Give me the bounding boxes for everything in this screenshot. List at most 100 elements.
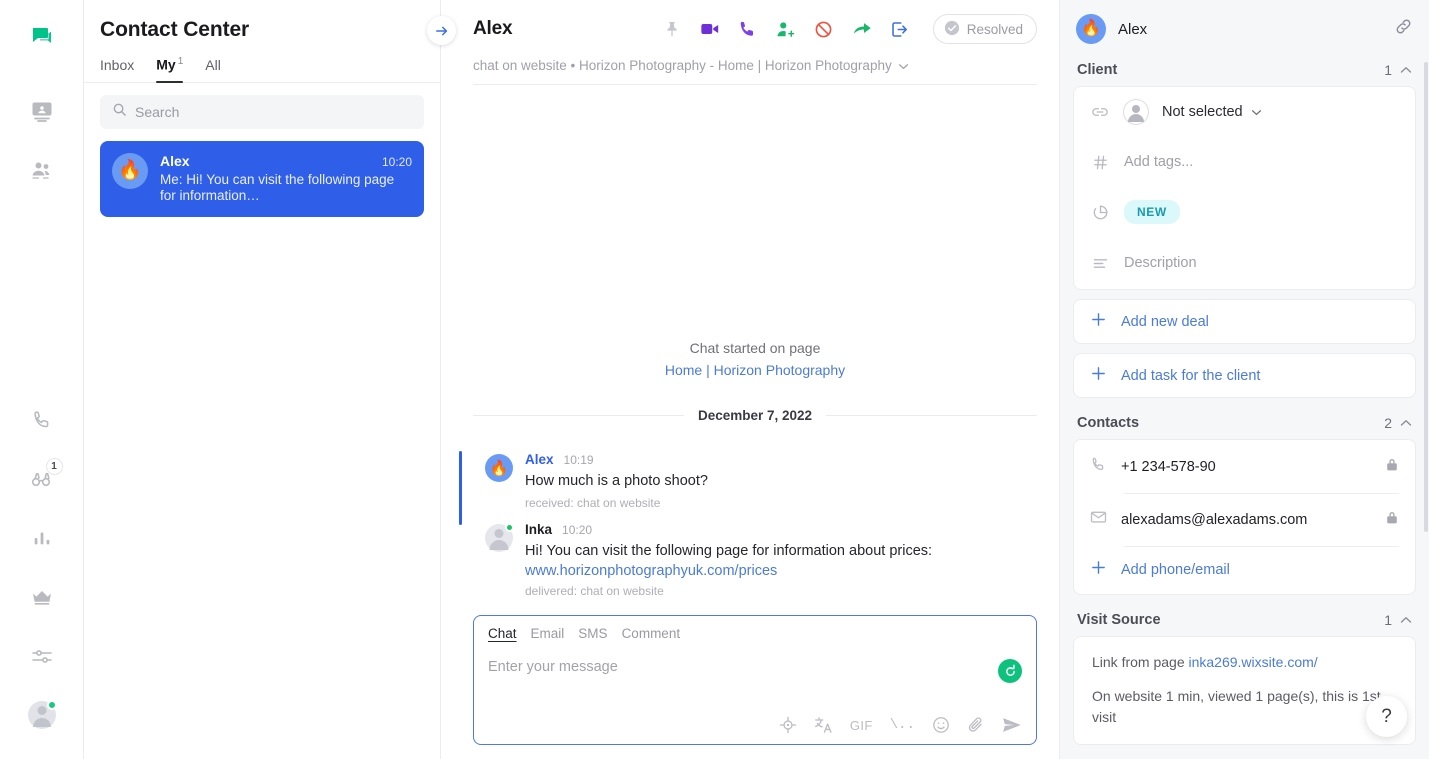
contact-email-row[interactable]: alexadams@alexadams.com [1074, 493, 1415, 546]
tags-input[interactable]: Add tags... [1124, 154, 1193, 170]
client-stage-row[interactable]: NEW [1074, 187, 1415, 237]
tab-email[interactable]: Email [531, 626, 565, 643]
avatar: 🔥 [485, 454, 513, 482]
section-title: Contacts [1077, 415, 1140, 431]
conversation-list-panel: Contact Center Inbox My 1 All Search 🔥 A… [84, 0, 441, 759]
client-description-row[interactable]: Description [1074, 237, 1415, 289]
list-item-name: Alex [160, 152, 190, 169]
tab-inbox[interactable]: Inbox [100, 57, 134, 82]
collapse-sidebar-button[interactable] [427, 16, 456, 45]
translate-icon[interactable] [814, 714, 833, 736]
description-input[interactable]: Description [1124, 255, 1197, 271]
search-input[interactable] [135, 103, 412, 120]
message-meta-row: Alex 10:19 [525, 452, 1037, 467]
message-scroll-area[interactable]: Chat started on page Home | Horizon Phot… [441, 85, 1059, 607]
message-text: Hi! You can visit the following page for… [525, 543, 933, 559]
rail-item-analytics[interactable] [20, 516, 64, 560]
message-link[interactable]: www.horizonphotographyuk.com/prices [525, 563, 1037, 579]
tab-comment[interactable]: Comment [622, 626, 681, 643]
chevron-up-icon[interactable] [1400, 414, 1412, 432]
tab-chat[interactable]: Chat [488, 626, 517, 643]
lock-icon[interactable] [1385, 457, 1399, 477]
chat-breadcrumb[interactable]: chat on website • Horizon Photography - … [473, 58, 1037, 85]
rail-item-premium[interactable] [20, 575, 64, 619]
message-composer[interactable]: Chat Email SMS Comment Enter your messag… [473, 615, 1037, 745]
transfer-icon[interactable] [889, 18, 911, 40]
message-meta-row: Inka 10:20 [525, 522, 1037, 537]
add-phone-email-button[interactable]: Add phone/email [1074, 546, 1415, 594]
rail-item-phone[interactable] [20, 398, 64, 442]
ai-assist-button[interactable] [998, 659, 1022, 683]
visit-source-link[interactable]: inka269.wixsite.com/ [1189, 654, 1318, 670]
rail-item-contact-card[interactable] [20, 89, 64, 133]
emoji-icon[interactable] [932, 714, 950, 736]
message-input[interactable]: Enter your message [488, 659, 998, 675]
ban-icon[interactable] [813, 18, 835, 40]
tab-my[interactable]: My 1 [156, 56, 184, 83]
avatar [485, 523, 514, 552]
search-box[interactable] [100, 94, 424, 129]
status-badge[interactable]: NEW [1124, 200, 1180, 224]
fire-emoji-icon: 🔥 [489, 460, 509, 477]
page-title: Contact Center [100, 18, 250, 41]
rail-item-settings[interactable] [20, 634, 64, 678]
add-new-deal-label: Add new deal [1121, 313, 1209, 330]
client-selector[interactable]: Not selected [1162, 104, 1262, 120]
composer-channel-tabs: Chat Email SMS Comment [488, 626, 1022, 643]
contact-phone-row[interactable]: +1 234-578-90 [1074, 440, 1415, 493]
tab-all[interactable]: All [205, 57, 221, 82]
online-status-dot [505, 523, 514, 532]
visit-source-card: Link from page inka269.wixsite.com/ On w… [1074, 637, 1415, 744]
pin-icon[interactable] [661, 18, 683, 40]
target-icon[interactable] [779, 714, 797, 736]
list-item[interactable]: 🔥 Alex 10:20 Me: Hi! You can visit the f… [100, 140, 424, 217]
rail-item-profile[interactable] [20, 693, 64, 737]
section-header-contacts[interactable]: Contacts 2 [1060, 411, 1429, 440]
date-separator-line-right [826, 415, 1038, 416]
chevron-up-icon[interactable] [1400, 611, 1412, 629]
contact-phone-value: +1 234-578-90 [1121, 458, 1216, 475]
tab-sms[interactable]: SMS [578, 626, 607, 643]
right-panel-scrollbar[interactable] [1424, 62, 1428, 662]
section-header-client[interactable]: Client 1 [1060, 58, 1429, 87]
slash-command-icon[interactable]: \.. [890, 714, 915, 736]
hash-icon [1090, 154, 1110, 171]
list-item-preview: Me: Hi! You can visit the following page… [160, 171, 395, 203]
client-card: Not selected Add tags... NEW Description [1074, 87, 1415, 289]
date-separator-line-left [473, 415, 684, 416]
contact-center-app: 1 Contact Center Inbox My 1 All Search 🔥… [0, 0, 1429, 759]
client-selector-row[interactable]: Not selected [1074, 87, 1415, 137]
resolved-button[interactable]: Resolved [932, 14, 1037, 44]
rail-item-monitoring[interactable]: 1 [20, 457, 64, 501]
add-phone-email-label: Add phone/email [1121, 562, 1230, 578]
client-tags-row[interactable]: Add tags... [1074, 137, 1415, 187]
send-icon[interactable] [1002, 714, 1022, 736]
list-item-body: Alex 10:20 Me: Hi! You can visit the fol… [160, 153, 412, 204]
forward-icon[interactable] [851, 18, 873, 40]
link-icon[interactable] [1394, 17, 1413, 41]
gif-icon[interactable]: GIF [850, 714, 873, 736]
add-participant-icon[interactable] [775, 18, 797, 40]
add-new-deal-button[interactable]: Add new deal [1074, 300, 1415, 343]
rail-item-team[interactable] [20, 148, 64, 192]
right-panel-scroll-thumb[interactable] [1424, 62, 1428, 532]
section-header-visit-source[interactable]: Visit Source 1 [1060, 608, 1429, 637]
composer-toolbar: GIF \.. [488, 714, 1022, 736]
add-task-button[interactable]: Add task for the client [1074, 354, 1415, 397]
client-panel-header: 🔥 Alex [1060, 0, 1429, 58]
list-item-header: Alex 10:20 [160, 153, 412, 169]
phone-call-icon[interactable] [737, 18, 759, 40]
video-call-icon[interactable] [699, 18, 721, 40]
lock-icon[interactable] [1385, 510, 1399, 530]
chevron-up-icon[interactable] [1400, 61, 1412, 79]
attachment-icon[interactable] [967, 714, 985, 736]
chat-started-page-link[interactable]: Home | Horizon Photography [473, 362, 1037, 378]
avatar: 🔥 [1076, 14, 1106, 44]
message-body: Alex 10:19 How much is a photo shoot? re… [525, 452, 1037, 519]
phone-icon [1090, 456, 1107, 478]
message-status: received: chat on website [525, 496, 661, 510]
visit-source-stats: On website 1 min, viewed 1 page(s), this… [1092, 688, 1381, 725]
help-button[interactable]: ? [1366, 696, 1407, 737]
chat-contact-name: Alex [473, 18, 513, 39]
rail-item-chats[interactable] [20, 14, 64, 58]
